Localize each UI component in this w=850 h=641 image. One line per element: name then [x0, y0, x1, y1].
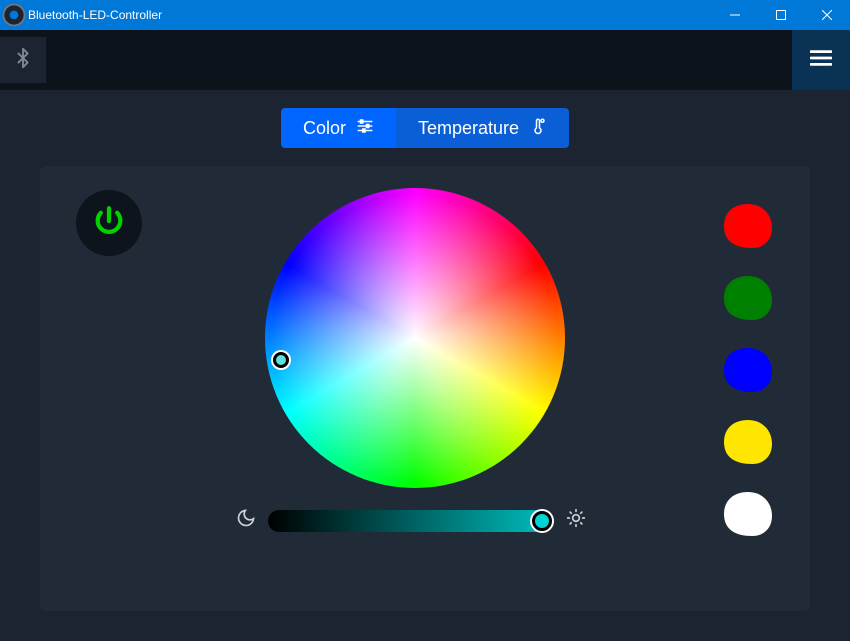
menu-icon [810, 49, 832, 72]
bluetooth-button[interactable] [0, 37, 46, 83]
brightness-thumb[interactable] [532, 511, 552, 531]
color-wheel-thumb[interactable] [273, 352, 289, 368]
bluetooth-icon [12, 47, 34, 74]
close-button[interactable] [804, 0, 850, 30]
brightness-control [236, 508, 586, 533]
color-wheel[interactable] [265, 188, 565, 488]
app-header [0, 30, 850, 90]
tab-temperature[interactable]: Temperature [396, 108, 569, 148]
sliders-icon [356, 117, 374, 140]
tab-temperature-label: Temperature [418, 118, 519, 139]
titlebar: Bluetooth-LED-Controller [0, 0, 850, 30]
maximize-button[interactable] [758, 0, 804, 30]
preset-white[interactable] [722, 490, 774, 538]
brightness-slider[interactable] [268, 510, 554, 532]
panel [40, 166, 810, 611]
tab-color[interactable]: Color [281, 108, 396, 148]
thermometer-icon [529, 117, 547, 140]
preset-red[interactable] [722, 202, 774, 250]
power-button[interactable] [76, 190, 142, 256]
moon-icon [236, 508, 256, 533]
power-icon [92, 204, 126, 243]
minimize-button[interactable] [712, 0, 758, 30]
preset-yellow[interactable] [722, 418, 774, 466]
sun-icon [566, 508, 586, 533]
mode-tabs: Color Temperature [281, 108, 569, 148]
window-title: Bluetooth-LED-Controller [28, 8, 712, 22]
preset-list [722, 202, 774, 538]
tab-color-label: Color [303, 118, 346, 139]
preset-green[interactable] [722, 274, 774, 322]
menu-button[interactable] [792, 30, 850, 90]
app-icon [0, 1, 28, 29]
preset-blue[interactable] [722, 346, 774, 394]
